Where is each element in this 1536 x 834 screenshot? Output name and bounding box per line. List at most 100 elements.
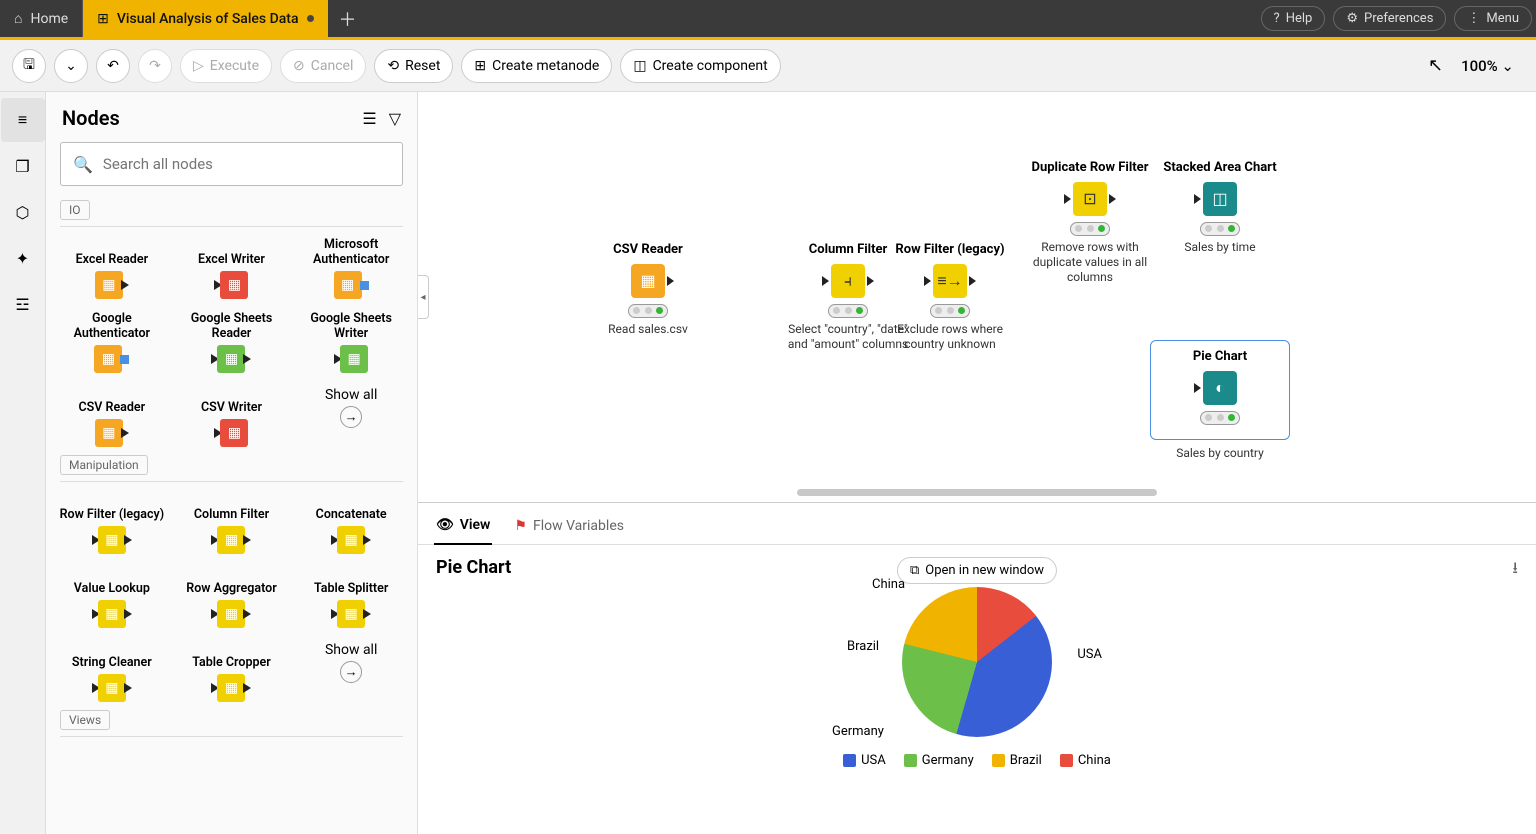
- repo-node-label: CSV Reader: [54, 385, 170, 415]
- status-lights: [930, 304, 970, 318]
- rail-hub[interactable]: ⬡: [1, 190, 45, 234]
- node-repository-panel: Nodes ☰ ▽ 🔍 IO Excel Reader▦Excel Writer…: [46, 92, 418, 834]
- repo-node-label: Google Authenticator: [54, 311, 170, 341]
- create-component-button[interactable]: ◫Create component: [620, 49, 780, 83]
- node-duplicate-filter[interactable]: Duplicate Row Filter ⊡ Remove rows with …: [1020, 160, 1160, 285]
- node-subtitle: Sales by time: [1150, 240, 1290, 255]
- popout-icon: ⧉: [910, 563, 919, 578]
- node-title: Row Filter (legacy): [880, 242, 1020, 258]
- chevron-down-icon: ⌄: [1501, 57, 1514, 75]
- repo-node-label: Google Sheets Reader: [174, 311, 290, 341]
- preferences-button[interactable]: ⚙Preferences: [1333, 6, 1446, 31]
- component-label: Create component: [653, 58, 768, 74]
- menu-button[interactable]: ⋮Menu: [1454, 6, 1532, 31]
- search-icon: 🔍: [73, 155, 93, 174]
- metanode-icon: ⊞: [474, 58, 486, 74]
- canvas-scrollbar[interactable]: [797, 489, 1157, 496]
- repo-node[interactable]: CSV Writer▦: [172, 381, 292, 451]
- create-metanode-button[interactable]: ⊞ Create metanode: [461, 49, 612, 83]
- repo-node[interactable]: String Cleaner▦: [52, 636, 172, 706]
- status-lights: [1070, 222, 1110, 236]
- flowvar-tab-label: Flow Variables: [533, 518, 624, 534]
- repo-node[interactable]: Excel Writer▦: [172, 233, 292, 303]
- sparkle-icon: ✦: [16, 249, 29, 268]
- repo-node[interactable]: Value Lookup▦: [52, 562, 172, 632]
- cancel-button[interactable]: ⊘Cancel: [280, 49, 366, 83]
- repo-node[interactable]: Column Filter▦: [172, 488, 292, 558]
- undo-icon: ↶: [107, 58, 119, 74]
- tab-bar: ⌂ Home ⊞ Visual Analysis of Sales Data ＋…: [0, 0, 1536, 40]
- rail-ai[interactable]: ✦: [1, 236, 45, 280]
- rail-nodes[interactable]: ≡: [1, 98, 45, 142]
- repo-node-label: Value Lookup: [54, 566, 170, 596]
- tree-view-icon[interactable]: ☰: [362, 109, 376, 128]
- category-io[interactable]: IO: [60, 200, 90, 220]
- repo-node[interactable]: Google Authenticator▦: [52, 307, 172, 377]
- search-input[interactable]: [103, 155, 390, 173]
- connection-wires: [418, 92, 718, 242]
- category-views[interactable]: Views: [60, 710, 110, 730]
- pie-legend: USA Germany Brazil China: [767, 753, 1187, 768]
- redo-button[interactable]: ↷: [138, 49, 172, 83]
- new-tab-button[interactable]: ＋: [328, 0, 368, 37]
- cancel-icon: ⊘: [293, 58, 305, 74]
- repo-node[interactable]: Excel Reader▦: [52, 233, 172, 303]
- repo-node[interactable]: CSV Reader▦: [52, 381, 172, 451]
- home-tab[interactable]: ⌂ Home: [0, 0, 83, 37]
- help-button[interactable]: ?Help: [1261, 6, 1326, 31]
- filter-icon[interactable]: ▽: [389, 109, 401, 128]
- repo-node-label: CSV Writer: [174, 385, 290, 415]
- show-all-manip[interactable]: Show all→: [291, 636, 411, 706]
- workflow-canvas[interactable]: ◂ CSV Reader ▦ Read sales.csv Column Fil…: [418, 92, 1536, 502]
- repo-node-label: Google Sheets Writer: [293, 311, 409, 341]
- node-pie-chart-selected[interactable]: Pie Chart ◐ Sales by country: [1150, 340, 1290, 461]
- repo-node[interactable]: Concatenate▦: [291, 488, 411, 558]
- zoom-value: 100%: [1461, 57, 1498, 75]
- repo-node[interactable]: Google Sheets Writer▦: [291, 307, 411, 377]
- node-stacked-area[interactable]: Stacked Area Chart ◫ Sales by time: [1150, 160, 1290, 255]
- reset-button[interactable]: ⟲Reset: [374, 49, 453, 83]
- zoom-control[interactable]: 100% ⌄: [1451, 57, 1524, 75]
- pie-chart: USA Germany Brazil China USA Germany Bra…: [767, 587, 1187, 768]
- open-label: Open in new window: [925, 563, 1044, 578]
- view-title: Pie Chart: [436, 557, 511, 578]
- workflow-tab-active[interactable]: ⊞ Visual Analysis of Sales Data: [83, 0, 327, 37]
- repo-node[interactable]: Row Aggregator▦: [172, 562, 292, 632]
- category-manipulation[interactable]: Manipulation: [60, 455, 148, 475]
- view-tab[interactable]: 👁View: [434, 511, 492, 545]
- show-all-io[interactable]: Show all→: [291, 381, 411, 451]
- rail-workflows[interactable]: ❐: [1, 144, 45, 188]
- cursor-icon[interactable]: ↖: [1428, 55, 1443, 76]
- flowvar-icon: ⚑: [514, 518, 527, 534]
- save-menu-button[interactable]: ⌄: [54, 49, 88, 83]
- panel-title: Nodes: [62, 106, 120, 130]
- node-row-filter[interactable]: Row Filter (legacy) ≡→ Exclude rows wher…: [880, 242, 1020, 352]
- repo-node-label: Column Filter: [174, 492, 290, 522]
- repo-node[interactable]: Row Filter (legacy)▦: [52, 488, 172, 558]
- repo-node-label: Table Cropper: [174, 640, 290, 670]
- open-in-new-window[interactable]: ⧉ Open in new window: [897, 557, 1057, 584]
- reset-label: Reset: [405, 58, 440, 74]
- execute-button[interactable]: ▷Execute: [180, 49, 272, 83]
- repo-node[interactable]: Table Splitter▦: [291, 562, 411, 632]
- repo-node[interactable]: Table Cropper▦: [172, 636, 292, 706]
- repo-node[interactable]: Google Sheets Reader▦: [172, 307, 292, 377]
- unsaved-dot-icon: [307, 15, 314, 22]
- legend-germany: Germany: [922, 753, 974, 768]
- download-icon[interactable]: ⭳: [1512, 557, 1518, 584]
- node-csv-reader[interactable]: CSV Reader ▦ Read sales.csv: [578, 242, 718, 337]
- help-label: Help: [1286, 11, 1313, 26]
- repo-node-label: Table Splitter: [293, 566, 409, 596]
- rail-monitor[interactable]: ☲: [1, 282, 45, 326]
- status-lights: [1200, 222, 1240, 236]
- undo-button[interactable]: ↶: [96, 49, 130, 83]
- panel-collapse-handle[interactable]: ◂: [418, 275, 429, 319]
- repo-node[interactable]: Microsoft Authenticator▦: [291, 233, 411, 303]
- search-container: 🔍: [60, 142, 403, 186]
- legend-usa: USA: [861, 753, 886, 768]
- metanode-label: Create metanode: [492, 58, 599, 74]
- save-button[interactable]: 🖫: [12, 49, 46, 83]
- view-tab-label: View: [460, 517, 491, 533]
- repo-node-label: String Cleaner: [54, 640, 170, 670]
- flow-variables-tab[interactable]: ⚑ Flow Variables: [512, 511, 626, 544]
